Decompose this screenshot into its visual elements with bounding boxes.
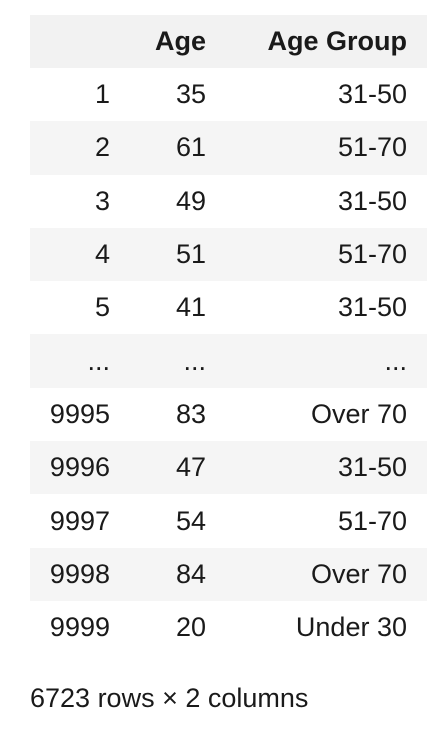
table-row: 3 49 31-50 xyxy=(30,174,427,228)
row-index-cell: 9996 xyxy=(49,452,110,483)
age-group-cell: ... xyxy=(384,345,407,376)
age-cell: ... xyxy=(183,345,206,376)
age-cell: 61 xyxy=(175,132,206,163)
table-row: 4 51 51-70 xyxy=(30,227,427,282)
table-row: 9997 54 51-70 xyxy=(30,494,427,548)
row-index-cell: 5 xyxy=(94,292,110,323)
age-cell: 47 xyxy=(175,452,206,483)
table-body: 1 35 31-50 2 61 51-70 3 49 31-50 4 51 51-70 5 41 31-50… xyxy=(30,68,427,655)
shape-caption: 6723 rows × 2 columns xyxy=(30,683,309,713)
age-group-cell: Over 70 xyxy=(310,398,407,429)
row-index-cell: 4 xyxy=(94,239,110,270)
age-group-cell: 51-70 xyxy=(337,239,407,270)
row-index-cell: 2 xyxy=(94,132,110,163)
table-row: 2 61 51-70 xyxy=(30,121,427,175)
age-group-cell: 31-50 xyxy=(337,292,407,323)
age-column-header: Age xyxy=(154,26,206,56)
table-row: 9996 47 31-50 xyxy=(30,441,427,495)
row-index-cell: 1 xyxy=(94,79,110,110)
age-cell: 49 xyxy=(175,185,206,216)
age-cell: 35 xyxy=(175,79,206,110)
table-row: ......... xyxy=(30,334,427,388)
age-group-cell: 31-50 xyxy=(337,185,407,216)
age-group-cell: Over 70 xyxy=(310,558,407,589)
row-index-cell: 3 xyxy=(94,185,110,216)
dataframe-output: Age Age Group 1 35 31-50 2 61 51-70 3 49 31-50 4 5… xyxy=(30,15,427,655)
table-row: 9998 84 Over 70 xyxy=(30,547,427,601)
row-index-cell: ... xyxy=(87,345,110,376)
table-row: 9995 83 Over 70 xyxy=(30,387,427,442)
age-cell: 41 xyxy=(175,292,206,323)
age-cell: 20 xyxy=(175,612,206,643)
row-index-cell: 9997 xyxy=(49,505,110,536)
age-cell: 84 xyxy=(175,558,206,589)
age-group-cell: 51-70 xyxy=(337,132,407,163)
table-header: Age Age Group xyxy=(30,15,427,68)
age-cell: 51 xyxy=(175,239,206,270)
table-row: 5 41 31-50 xyxy=(30,281,427,335)
age-cell: 54 xyxy=(175,505,206,536)
table-row: 1 35 31-50 xyxy=(30,68,427,122)
age-group-cell: 31-50 xyxy=(337,79,407,110)
table-row: 9999 20 Under 30 xyxy=(30,600,427,655)
index-header xyxy=(30,15,130,68)
age-cell: 83 xyxy=(175,398,206,429)
age-group-cell: 51-70 xyxy=(337,505,407,536)
age-group-cell: Under 30 xyxy=(295,612,407,643)
age-group-column-header: Age Group xyxy=(267,26,408,56)
header-row: Age Age Group xyxy=(30,15,427,68)
dataframe-table: Age Age Group 1 35 31-50 2 61 51-70 3 49 31-50 4 5… xyxy=(30,15,427,655)
row-index-cell: 9999 xyxy=(49,612,110,643)
age-group-cell: 31-50 xyxy=(337,452,407,483)
row-index-cell: 9998 xyxy=(49,558,110,589)
row-index-cell: 9995 xyxy=(49,398,110,429)
